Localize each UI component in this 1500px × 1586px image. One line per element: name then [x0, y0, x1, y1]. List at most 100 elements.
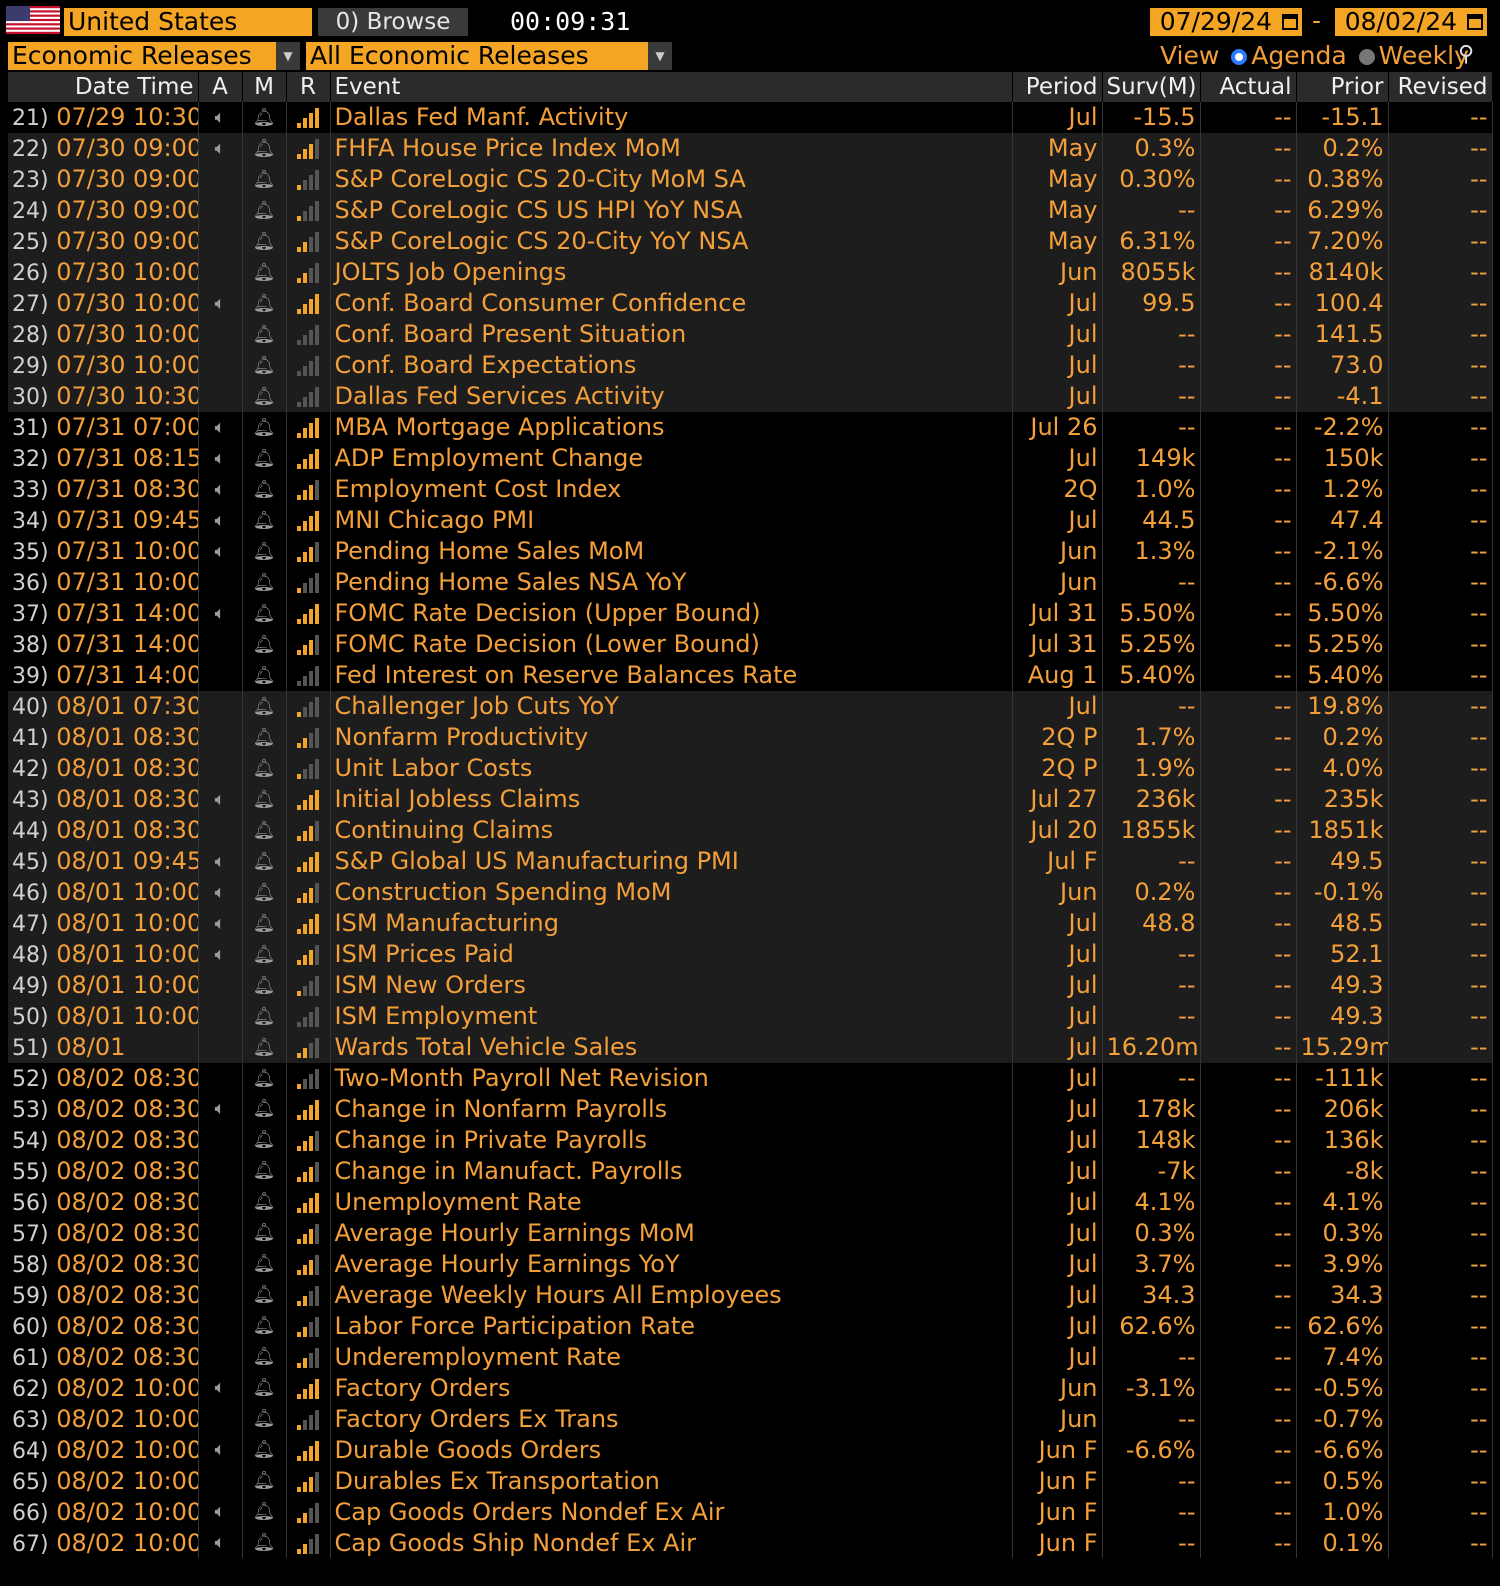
event-name[interactable]: ADP Employment Change [330, 442, 1013, 474]
row-number[interactable]: 44) [12, 819, 49, 844]
alert-cell[interactable] [198, 1279, 243, 1311]
monitor-cell[interactable]: 🔔︎ [242, 256, 287, 288]
event-name[interactable]: MNI Chicago PMI [330, 504, 1013, 536]
release-filter-select[interactable]: All Economic Releases ▼ [306, 42, 672, 70]
row-number[interactable]: 38) [12, 633, 49, 658]
monitor-cell[interactable]: 🔔︎ [242, 597, 287, 629]
speaker-icon[interactable]: 🔈︎ [215, 1098, 226, 1119]
table-row[interactable]: 63) 08/02 10:00 🔔︎ Factory Orders Ex Trans… [8, 1403, 1493, 1435]
monitor-cell[interactable]: 🔔︎ [242, 380, 287, 412]
alert-cell[interactable] [198, 1403, 243, 1435]
bell-icon[interactable]: 🔔︎ [253, 572, 276, 593]
row-number[interactable]: 28) [12, 323, 49, 348]
speaker-icon[interactable]: 🔈︎ [215, 603, 226, 624]
monitor-cell[interactable]: 🔔︎ [242, 1403, 287, 1435]
speaker-icon[interactable]: 🔈︎ [215, 944, 226, 965]
row-number[interactable]: 29) [12, 354, 49, 379]
monitor-cell[interactable]: 🔔︎ [242, 194, 287, 226]
col-date-time[interactable]: Date Time [8, 72, 199, 102]
row-number[interactable]: 51) [12, 1036, 49, 1061]
table-row[interactable]: 47) 08/01 10:00 🔈︎ 🔔︎ ISM Manufacturing Jul 4… [8, 907, 1493, 939]
col-monitor[interactable]: M [242, 72, 287, 102]
browse-button[interactable]: 0) Browse [318, 8, 468, 36]
row-number[interactable]: 60) [12, 1315, 49, 1340]
table-row[interactable]: 44) 08/01 08:30 🔔︎ Continuing Claims Jul 20… [8, 814, 1493, 846]
event-name[interactable]: Construction Spending MoM [330, 876, 1013, 908]
bell-icon[interactable]: 🔔︎ [253, 1006, 276, 1027]
speaker-icon[interactable]: 🔈︎ [215, 138, 226, 159]
event-name[interactable]: S&P Global US Manufacturing PMI [330, 845, 1013, 877]
table-row[interactable]: 60) 08/02 08:30 🔔︎ Labor Force Participati… [8, 1310, 1493, 1342]
monitor-cell[interactable]: 🔔︎ [242, 349, 287, 381]
event-name[interactable]: FOMC Rate Decision (Upper Bound) [330, 597, 1013, 629]
monitor-cell[interactable]: 🔔︎ [242, 1248, 287, 1280]
speaker-icon[interactable]: 🔈︎ [215, 448, 226, 469]
event-name[interactable]: Unemployment Rate [330, 1186, 1013, 1218]
country-field[interactable]: United States [64, 8, 312, 36]
event-name[interactable]: Average Weekly Hours All Employees [330, 1279, 1013, 1311]
speaker-icon[interactable]: 🔈︎ [215, 789, 226, 810]
alert-cell[interactable] [198, 349, 243, 381]
row-number[interactable]: 42) [12, 757, 49, 782]
table-row[interactable]: 57) 08/02 08:30 🔔︎ Average Hourly Earnings… [8, 1217, 1493, 1249]
event-name[interactable]: Two-Month Payroll Net Revision [330, 1062, 1013, 1094]
event-name[interactable]: Dallas Fed Services Activity [330, 380, 1013, 412]
row-number[interactable]: 52) [12, 1067, 49, 1092]
event-name[interactable]: Cap Goods Orders Nondef Ex Air [330, 1496, 1013, 1528]
row-number[interactable]: 45) [12, 850, 49, 875]
event-name[interactable]: Change in Private Payrolls [330, 1124, 1013, 1156]
monitor-cell[interactable]: 🔔︎ [242, 442, 287, 474]
speaker-icon[interactable]: 🔈︎ [215, 541, 226, 562]
bell-icon[interactable]: 🔔︎ [253, 820, 276, 841]
table-row[interactable]: 31) 07/31 07:00 🔈︎ 🔔︎ MBA Mortgage Applicat… [8, 411, 1493, 443]
bell-icon[interactable]: 🔔︎ [253, 1470, 276, 1491]
monitor-cell[interactable]: 🔔︎ [242, 907, 287, 939]
alert-cell[interactable] [198, 752, 243, 784]
table-row[interactable]: 35) 07/31 10:00 🔈︎ 🔔︎ Pending Home Sales Mo… [8, 535, 1493, 567]
bell-icon[interactable]: 🔔︎ [253, 882, 276, 903]
monitor-cell[interactable]: 🔔︎ [242, 1155, 287, 1187]
row-number[interactable]: 25) [12, 230, 49, 255]
bell-icon[interactable]: 🔔︎ [253, 665, 276, 686]
table-row[interactable]: 25) 07/30 09:00 🔔︎ S&P CoreLogic CS 20-Cit… [8, 225, 1493, 257]
monitor-cell[interactable]: 🔔︎ [242, 287, 287, 319]
date-from-field[interactable]: 07/29/24 [1150, 8, 1302, 36]
alert-cell[interactable] [198, 721, 243, 753]
alert-cell[interactable]: 🔈︎ [198, 597, 243, 629]
table-row[interactable]: 26) 07/30 10:00 🔔︎ JOLTS Job Openings Jun 80… [8, 256, 1493, 288]
table-row[interactable]: 56) 08/02 08:30 🔔︎ Unemployment Rate Jul 4.1… [8, 1186, 1493, 1218]
event-name[interactable]: Durable Goods Orders [330, 1434, 1013, 1466]
alert-cell[interactable] [198, 1465, 243, 1497]
col-survey[interactable]: Surv(M) [1102, 72, 1201, 102]
bell-icon[interactable]: 🔔︎ [253, 417, 276, 438]
col-event[interactable]: Event [330, 72, 1013, 102]
alert-cell[interactable]: 🔈︎ [198, 1527, 243, 1559]
alert-cell[interactable] [198, 566, 243, 598]
table-row[interactable]: 42) 08/01 08:30 🔔︎ Unit Labor Costs 2Q P 1.9… [8, 752, 1493, 784]
row-number[interactable]: 50) [12, 1005, 49, 1030]
event-name[interactable]: Conf. Board Expectations [330, 349, 1013, 381]
speaker-icon[interactable]: 🔈︎ [215, 293, 226, 314]
speaker-icon[interactable]: 🔈︎ [215, 479, 226, 500]
row-number[interactable]: 21) [12, 106, 49, 131]
speaker-icon[interactable]: 🔈︎ [215, 417, 226, 438]
bell-icon[interactable]: 🔔︎ [253, 1532, 276, 1553]
table-row[interactable]: 40) 08/01 07:30 🔔︎ Challenger Job Cuts YoY… [8, 690, 1493, 722]
col-prior[interactable]: Prior [1296, 72, 1389, 102]
monitor-cell[interactable]: 🔔︎ [242, 225, 287, 257]
row-number[interactable]: 57) [12, 1222, 49, 1247]
table-row[interactable]: 21) 07/29 10:30 🔈︎ 🔔︎ Dallas Fed Manf. Acti… [8, 102, 1493, 133]
table-row[interactable]: 67) 08/02 10:00 🔈︎ 🔔︎ Cap Goods Ship Nondef… [8, 1527, 1493, 1559]
bell-icon[interactable]: 🔔︎ [253, 231, 276, 252]
monitor-cell[interactable]: 🔔︎ [242, 163, 287, 195]
bell-icon[interactable]: 🔔︎ [253, 1377, 276, 1398]
table-row[interactable]: 55) 08/02 08:30 🔔︎ Change in Manufact. Pay… [8, 1155, 1493, 1187]
event-name[interactable]: Average Hourly Earnings YoY [330, 1248, 1013, 1280]
monitor-cell[interactable]: 🔔︎ [242, 659, 287, 691]
alert-cell[interactable] [198, 380, 243, 412]
col-period[interactable]: Period [1012, 72, 1103, 102]
event-name[interactable]: Fed Interest on Reserve Balances Rate [330, 659, 1013, 691]
row-number[interactable]: 55) [12, 1160, 49, 1185]
table-row[interactable]: 32) 07/31 08:15 🔈︎ 🔔︎ ADP Employment Change… [8, 442, 1493, 474]
calendar-icon[interactable] [1282, 14, 1298, 30]
